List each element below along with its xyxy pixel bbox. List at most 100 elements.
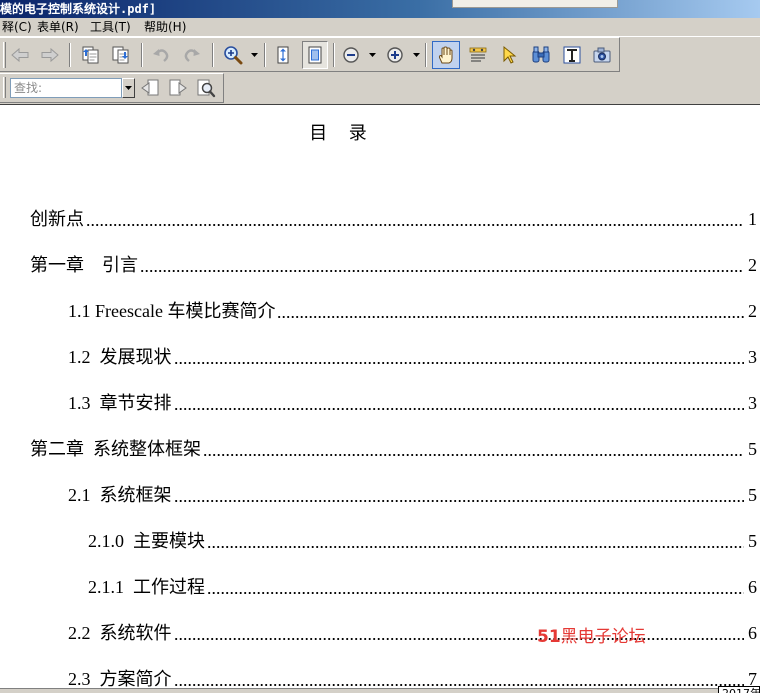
snapshot-camera-icon [593, 47, 611, 63]
redo-icon [184, 49, 200, 62]
watermark-text: 黑电子论坛 [560, 627, 646, 647]
toc-entry-page: 3 [748, 393, 757, 413]
toc-dot-leader [173, 346, 744, 368]
toolbar-grip[interactable] [3, 77, 6, 98]
binoculars-icon [532, 46, 550, 63]
find-next-button[interactable] [166, 75, 190, 101]
pages-arrow-up-icon [82, 46, 99, 64]
toc-dot-leader [207, 576, 744, 598]
find-input[interactable] [10, 78, 122, 98]
hand-tool-icon [438, 46, 453, 64]
toc-dot-leader [203, 438, 744, 460]
fit-page-icon [277, 46, 289, 64]
taskbar-clock: 2017年 [718, 686, 760, 693]
forward-arrow-icon [41, 47, 59, 63]
toc-entry-page: 5 [748, 439, 757, 459]
pages-down-button[interactable] [108, 41, 134, 69]
toc-dot-leader [207, 530, 744, 552]
document-viewport[interactable]: 目 录 创新点 1 第一章 引言 2 1.1 Freescale 车模比赛简介 … [0, 104, 760, 693]
table-of-contents: 创新点 1 第一章 引言 2 1.1 Freescale 车模比赛简介 2 1.… [0, 196, 757, 693]
toc-entry-label: 2.1 系统框架 [68, 485, 172, 505]
toc-entry-label: 1.3 章节安排 [68, 393, 172, 413]
toc-dot-leader [173, 392, 744, 414]
toc-entry-page: 2 [748, 255, 757, 275]
zoom-tool-icon [224, 46, 243, 65]
menu-comment[interactable]: 释(C) [0, 18, 34, 37]
toc-entry-page: 5 [748, 485, 757, 505]
toc-dot-leader [140, 254, 744, 276]
zoom-tool-dropdown[interactable] [248, 41, 260, 69]
toc-entry-label: 1.2 发展现状 [68, 347, 172, 367]
toc-entry[interactable]: 创新点 1 [0, 196, 757, 242]
chevron-down-icon [125, 86, 132, 90]
pages-arrow-down-icon [112, 46, 129, 64]
actual-size-button[interactable] [302, 41, 328, 69]
menu-help[interactable]: 帮助(H) [142, 18, 188, 37]
redo-button[interactable] [179, 41, 205, 69]
zoom-in-button[interactable] [384, 41, 406, 69]
toolbar-separator [141, 43, 143, 67]
toc-entry[interactable]: 1.3 章节安排 3 [0, 380, 757, 426]
find-button[interactable] [528, 41, 554, 69]
text-select-button[interactable] [465, 41, 491, 69]
toc-entry-label: 2.2 系统软件 [68, 623, 172, 643]
toc-entry[interactable]: 第二章 系统整体框架 5 [0, 426, 757, 472]
text-select-icon [469, 47, 487, 62]
toc-dot-leader [86, 208, 744, 230]
toc-dot-leader [173, 668, 744, 690]
menu-form[interactable]: 表单(R) [35, 18, 81, 37]
overlapping-window-edge [452, 0, 618, 8]
toc-entry[interactable]: 1.1 Freescale 车模比赛简介 2 [0, 288, 757, 334]
menu-tools[interactable]: 工具(T) [88, 18, 133, 37]
toolbar-separator [333, 43, 335, 67]
find-history-dropdown[interactable] [122, 78, 135, 98]
toc-entry[interactable]: 第一章 引言 2 [0, 242, 757, 288]
toc-entry-label: 创新点 [30, 209, 84, 229]
fit-page-button[interactable] [270, 41, 296, 69]
find-previous-button[interactable] [138, 75, 162, 101]
toc-entry-page: 6 [748, 623, 757, 643]
forward-button[interactable] [37, 41, 63, 69]
toolbar-grip[interactable] [3, 42, 6, 68]
toc-entry-page: 1 [748, 209, 757, 229]
find-next-icon [169, 79, 187, 96]
toc-dot-leader [173, 484, 744, 506]
undo-button[interactable] [148, 41, 174, 69]
toc-entry-label: 2.1.0 主要模块 [88, 531, 205, 551]
zoom-out-dropdown[interactable] [366, 41, 378, 69]
zoom-tool-button[interactable] [220, 41, 246, 69]
search-icon [197, 79, 216, 98]
select-arrow-button[interactable] [497, 41, 523, 69]
toc-entry-page: 3 [748, 347, 757, 367]
snapshot-button[interactable] [589, 41, 615, 69]
toc-entry[interactable]: 1.2 发展现状 3 [0, 334, 757, 380]
toc-entry-label: 1.1 Freescale 车模比赛简介 [68, 301, 276, 321]
chevron-down-icon [250, 53, 258, 57]
zoom-out-icon [343, 47, 359, 63]
window-title: 模的电子控制系统设计.pdf] [0, 2, 157, 16]
text-tool-button[interactable] [559, 41, 585, 69]
select-arrow-icon [503, 45, 517, 64]
forum-watermark: 51黑电子论坛 [537, 622, 646, 647]
undo-icon [153, 49, 169, 62]
find-toolbar [0, 73, 224, 103]
toc-entry-label: 第一章 引言 [30, 255, 138, 275]
toc-entry[interactable]: 2.1.1 工作过程 6 [0, 564, 757, 610]
toc-entry[interactable]: 2.1 系统框架 5 [0, 472, 757, 518]
menu-bar: 释(C) 表单(R) 工具(T) 帮助(H) [0, 18, 760, 37]
title-bar[interactable]: 模的电子控制系统设计.pdf] [0, 0, 760, 18]
toc-entry[interactable]: 2.1.0 主要模块 5 [0, 518, 757, 564]
toc-dot-leader [173, 622, 744, 644]
main-toolbar [0, 37, 620, 72]
hand-tool-button[interactable] [432, 41, 460, 69]
zoom-out-button[interactable] [340, 41, 362, 69]
status-bar [0, 688, 760, 693]
toc-entry-page: 5 [748, 531, 757, 551]
zoom-in-icon [387, 47, 403, 63]
zoom-in-dropdown[interactable] [410, 41, 422, 69]
search-button[interactable] [194, 75, 218, 101]
watermark-number: 51 [537, 627, 561, 647]
pages-up-button[interactable] [78, 41, 104, 69]
toc-entry-page: 2 [748, 301, 757, 321]
back-button[interactable] [7, 41, 33, 69]
